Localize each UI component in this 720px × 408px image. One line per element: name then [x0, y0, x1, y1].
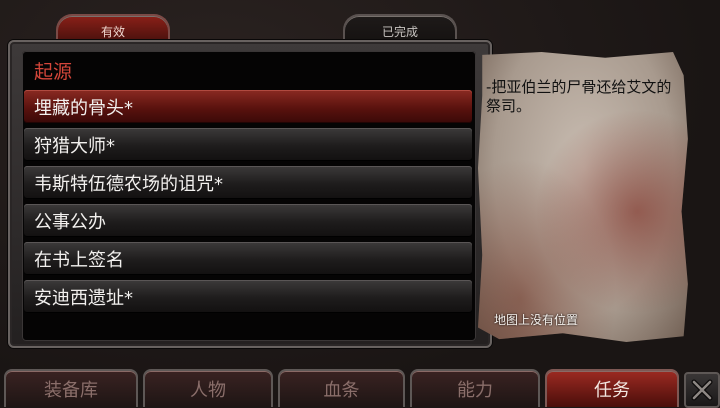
quest-description-parchment: -把亚伯兰的尸骨还给艾文的祭司。 地图上没有位置: [478, 52, 688, 342]
quest-item-label: 狩猎大师*: [34, 135, 115, 157]
nav-tab-blood[interactable]: 血条: [278, 369, 405, 407]
tab-active-label: 有效: [100, 24, 125, 39]
nav-tab-label: 任务: [594, 380, 630, 401]
quest-item-label: 韦斯特伍德农场的诅咒*: [34, 173, 223, 195]
quest-item[interactable]: 狩猎大师*: [24, 128, 472, 161]
nav-tab-quests[interactable]: 任务: [545, 369, 679, 407]
quest-item-selected[interactable]: 埋藏的骨头*: [24, 90, 472, 123]
nav-tab-label: 血条: [323, 380, 360, 401]
nav-tab-label: 能力: [457, 380, 493, 401]
quest-item[interactable]: 安迪西遗址*: [24, 280, 472, 313]
quest-item-label: 在书上签名: [34, 249, 124, 271]
quest-item-label: 安迪西遗址*: [34, 287, 133, 309]
close-button[interactable]: [684, 372, 720, 408]
quest-item[interactable]: 韦斯特伍德农场的诅咒*: [24, 166, 472, 199]
nav-tab-abilities[interactable]: 能力: [410, 369, 540, 407]
quest-item[interactable]: 公事公办: [24, 204, 472, 237]
nav-tab-label: 人物: [190, 380, 226, 401]
nav-tab-character[interactable]: 人物: [143, 369, 273, 407]
quest-item-label: 埋藏的骨头*: [34, 97, 133, 119]
map-location-note: 地图上没有位置: [494, 313, 579, 327]
nav-tab-equipment[interactable]: 装备库: [4, 369, 138, 407]
close-x-icon: [691, 379, 713, 401]
quest-list-panel: 起源 埋藏的骨头* 狩猎大师* 韦斯特伍德农场的诅咒* 公事公办 在书上签名 安…: [22, 51, 476, 341]
tab-completed-label: 已完成: [381, 24, 418, 39]
quest-description-text: -把亚伯兰的尸骨还给艾文的祭司。: [486, 78, 672, 115]
quest-item[interactable]: 在书上签名: [24, 242, 472, 275]
quest-item-label: 公事公办: [34, 211, 106, 233]
nav-tab-label: 装备库: [44, 380, 98, 401]
game-screen: 有效 已完成 起源 埋藏的骨头* 狩猎大师* 韦斯特伍德农场的诅咒* 公事公办 …: [0, 0, 720, 408]
quest-category-heading: 起源: [34, 61, 73, 83]
